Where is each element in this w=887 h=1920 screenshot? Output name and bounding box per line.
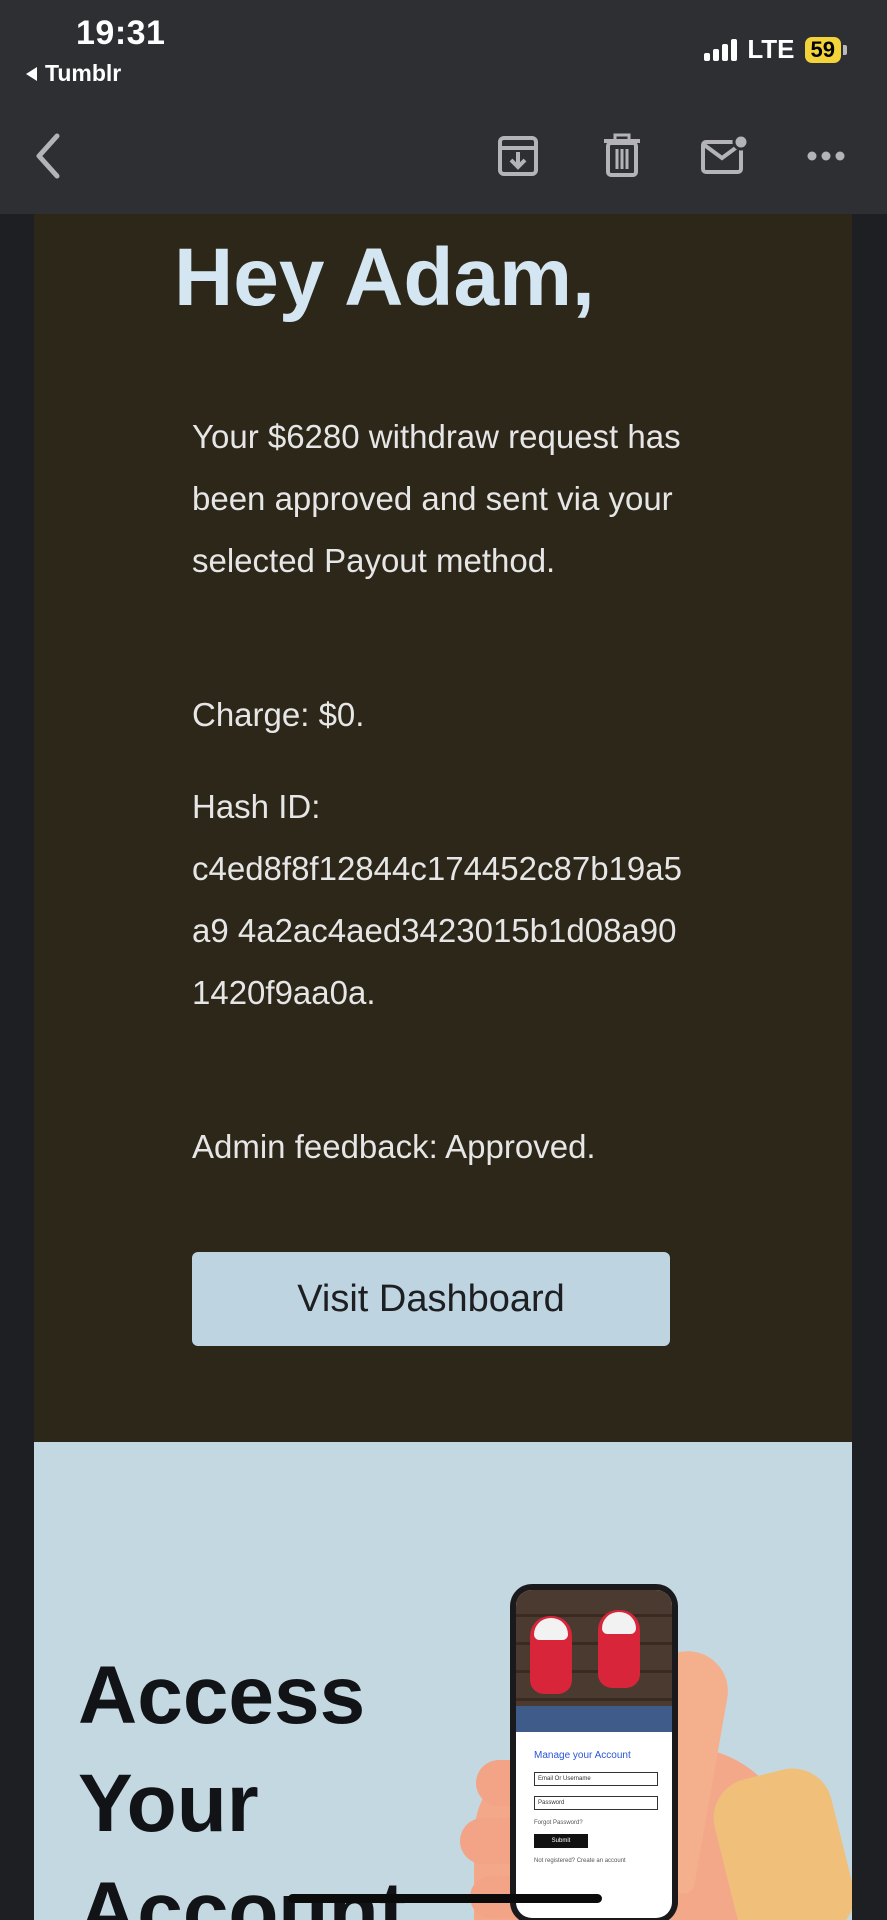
sneakers-photo	[516, 1590, 672, 1732]
more-horizontal-icon	[807, 151, 845, 161]
mockup-title: Manage your Account	[534, 1750, 631, 1761]
mockup-email-field: Email Or Username	[534, 1772, 658, 1786]
email-greeting: Hey Adam,	[174, 232, 595, 323]
access-account-heading: Access Your Account	[78, 1650, 406, 1920]
visit-dashboard-button[interactable]: Visit Dashboard	[192, 1252, 670, 1346]
hash-value: c4ed8f8f12844c174452c87b19a5a9 4a2ac4aed…	[192, 850, 682, 1011]
withdraw-message: Your $6280 withdraw request has been app…	[192, 418, 681, 579]
network-type: LTE	[747, 34, 795, 64]
chevron-left-icon	[36, 133, 60, 179]
trash-icon	[604, 133, 640, 177]
mark-unread-icon	[701, 134, 749, 174]
mail-top-bar: 19:31 Tumblr LTE 59	[0, 0, 887, 214]
battery-icon: 59	[804, 36, 847, 63]
phone-mockup-image: Manage your Account Email Or Username Pa…	[510, 1584, 678, 1920]
signal-strength-icon	[704, 38, 738, 61]
back-to-app-link[interactable]: Tumblr	[26, 60, 121, 87]
phone-screen: Manage your Account Email Or Username Pa…	[516, 1590, 672, 1918]
status-time: 19:31	[76, 14, 166, 52]
back-button[interactable]	[18, 126, 78, 186]
mark-unread-button[interactable]	[694, 126, 754, 186]
home-indicator[interactable]	[288, 1894, 602, 1903]
mockup-forgot-link: Forgot Password?	[534, 1820, 583, 1826]
more-options-button[interactable]	[796, 126, 856, 186]
mockup-register-link: Not registered? Create an account	[534, 1858, 626, 1864]
back-app-label: Tumblr	[45, 60, 122, 86]
archive-button[interactable]	[488, 126, 548, 186]
hash-label: Hash ID:	[192, 788, 321, 825]
archive-icon	[498, 136, 538, 176]
battery-level: 59	[804, 36, 841, 63]
charge-text: Charge: $0.	[192, 696, 365, 733]
mockup-password-field: Password	[534, 1796, 658, 1810]
email-body-dark-section: Hey Adam, Your $6280 withdraw request ha…	[34, 214, 852, 1442]
email-access-section: Access Your Account Manage your Account …	[34, 1442, 852, 1920]
admin-feedback: Admin feedback: Approved.	[192, 1128, 596, 1165]
back-arrow-icon	[26, 66, 37, 81]
delete-button[interactable]	[592, 126, 652, 186]
status-indicators: LTE 59	[704, 34, 847, 65]
mockup-submit-button: Submit	[534, 1834, 588, 1848]
